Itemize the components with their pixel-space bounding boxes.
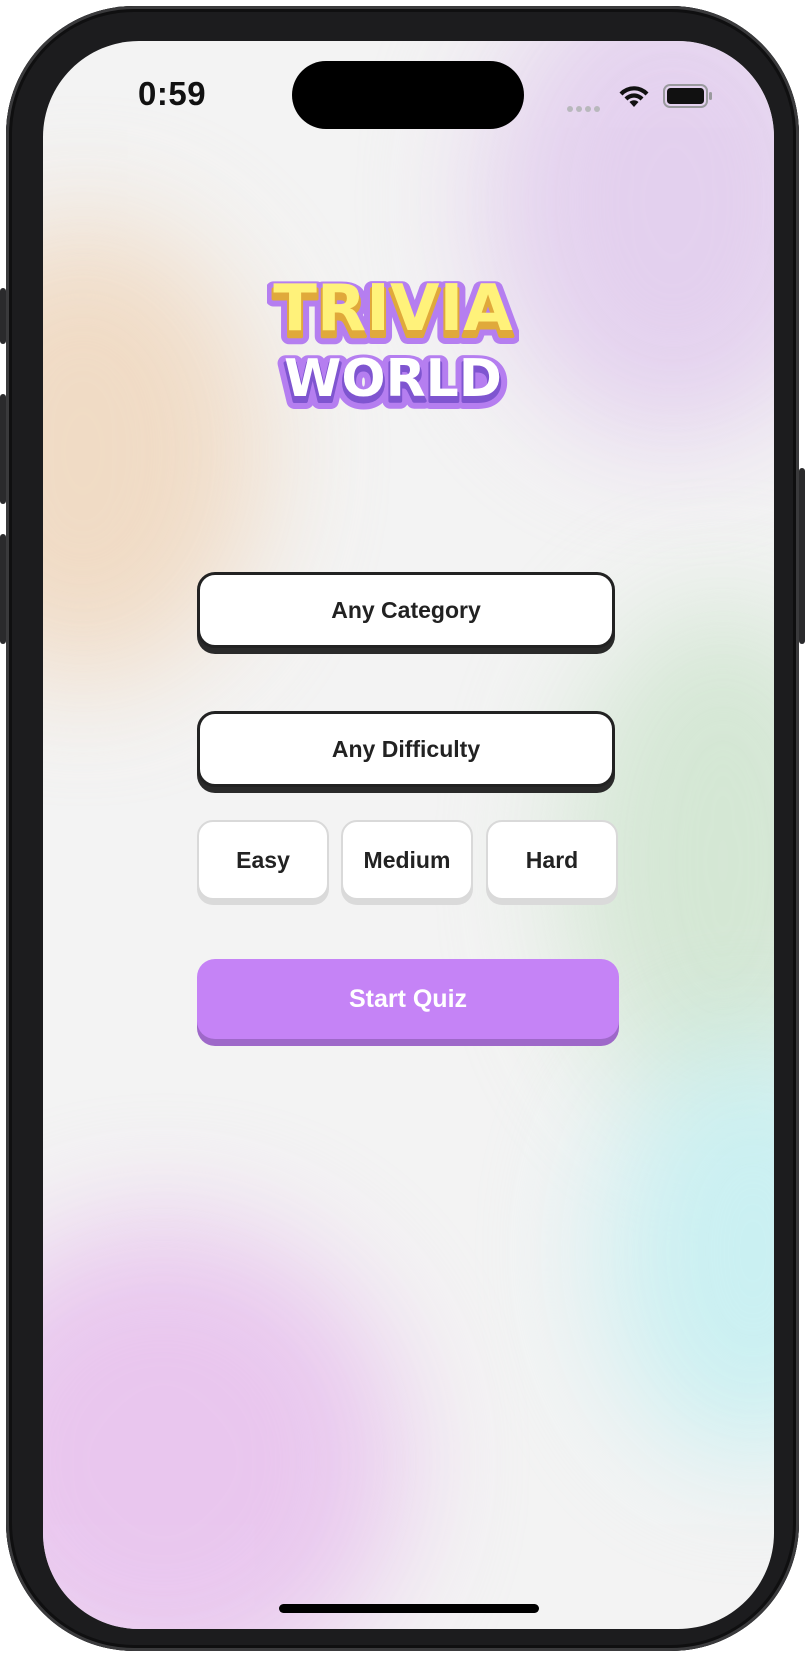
status-time: 0:59 bbox=[138, 75, 207, 112]
app-screen: 0:59 TRIVIA TRIVIA TRIVIA WORLD WORLD WO… bbox=[43, 41, 774, 1629]
difficulty-option-label: Easy bbox=[236, 846, 290, 873]
battery-icon bbox=[663, 84, 712, 108]
start-quiz-label: Start Quiz bbox=[348, 984, 468, 1013]
dynamic-island bbox=[292, 61, 524, 129]
volume-up-button bbox=[0, 394, 6, 504]
trivia-world-logo: TRIVIA TRIVIA TRIVIA WORLD WORLD WORLD bbox=[267, 270, 519, 416]
category-select[interactable]: Any Category bbox=[197, 572, 615, 648]
start-quiz-button[interactable]: Start Quiz bbox=[197, 959, 619, 1039]
power-button bbox=[799, 468, 805, 644]
wifi-icon bbox=[619, 86, 649, 107]
signal-icon bbox=[567, 99, 605, 112]
action-button bbox=[0, 288, 6, 344]
difficulty-medium-button[interactable]: Medium bbox=[341, 820, 473, 900]
status-bar: 0:59 bbox=[43, 41, 774, 151]
difficulty-select-label: Any Difficulty bbox=[331, 735, 481, 762]
difficulty-hard-button[interactable]: Hard bbox=[486, 820, 618, 900]
logo-line2: WORLD bbox=[284, 349, 502, 409]
volume-down-button bbox=[0, 534, 6, 644]
device-frame: 0:59 TRIVIA TRIVIA TRIVIA WORLD WORLD WO… bbox=[0, 6, 805, 1651]
category-select-label: Any Category bbox=[331, 596, 481, 623]
background-blob bbox=[43, 1221, 403, 1629]
difficulty-option-label: Medium bbox=[363, 846, 451, 873]
background-blob bbox=[603, 1041, 774, 1461]
logo-line1: TRIVIA bbox=[273, 272, 513, 346]
difficulty-select[interactable]: Any Difficulty bbox=[197, 711, 615, 787]
difficulty-easy-button[interactable]: Easy bbox=[197, 820, 329, 900]
difficulty-options: Easy Medium Hard bbox=[197, 820, 619, 904]
home-indicator[interactable] bbox=[279, 1604, 539, 1613]
difficulty-option-label: Hard bbox=[525, 846, 579, 873]
